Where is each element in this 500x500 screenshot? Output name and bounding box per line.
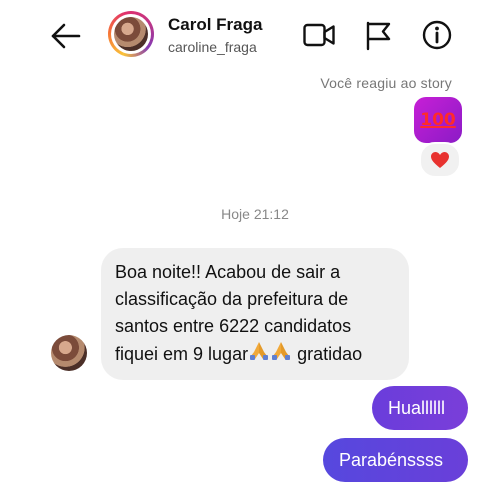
hundred-points-icon: 100: [420, 110, 456, 130]
heart-reaction[interactable]: [419, 142, 461, 178]
message-text: gratidao: [297, 344, 363, 364]
message-text: fiquei em 9 lugar: [115, 344, 249, 364]
contact-avatar[interactable]: [108, 11, 154, 57]
report-button[interactable]: [362, 19, 396, 51]
sender-avatar[interactable]: [51, 335, 87, 371]
incoming-message[interactable]: Boa noite!! Acabou de sair a classificaç…: [101, 248, 409, 380]
info-button[interactable]: [420, 19, 454, 51]
thread-timestamp: Hoje 21:12: [221, 206, 289, 222]
contact-handle[interactable]: caroline_fraga: [168, 39, 257, 55]
message-line: fiquei em 9 lugar gratidao: [115, 340, 397, 368]
flag-icon: [366, 21, 391, 51]
back-arrow-icon: [51, 23, 81, 49]
video-call-button[interactable]: [302, 19, 336, 51]
message-line: Boa noite!! Acabou de sair a: [115, 262, 341, 282]
back-button[interactable]: [48, 20, 84, 52]
red-heart-icon: [431, 152, 449, 168]
story-reaction-note: Você reagiu ao story: [320, 75, 452, 91]
folded-hands-icon: [270, 342, 292, 364]
avatar-photo: [114, 17, 148, 51]
outgoing-message[interactable]: Huallllll: [372, 386, 468, 430]
message-line: classificação da prefeitura de: [115, 289, 349, 309]
info-icon: [422, 20, 452, 50]
video-call-icon: [303, 23, 335, 47]
story-thumbnail[interactable]: 100: [414, 97, 462, 143]
contact-name[interactable]: Carol Fraga: [168, 15, 262, 35]
folded-hands-icon: [248, 342, 270, 364]
outgoing-message[interactable]: Parabénssss: [323, 438, 468, 482]
message-line: santos entre 6222 candidatos: [115, 316, 352, 336]
